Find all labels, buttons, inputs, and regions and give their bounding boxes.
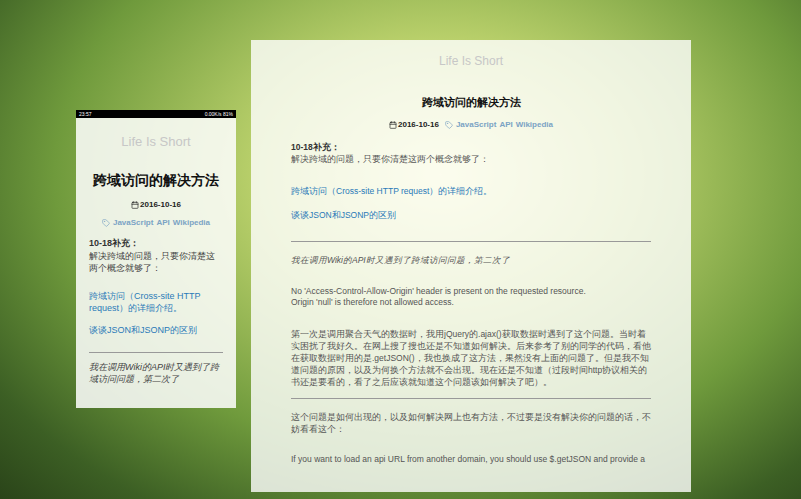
page: 23:57 0.00K/s 81% Life Is Short 跨域访问的解决方法 20… — [0, 0, 801, 499]
post-link[interactable]: 跨域访问（Cross-site HTTP request）的详细介绍。 — [291, 185, 651, 197]
status-time: 23:57 — [79, 110, 92, 118]
calendar-icon — [389, 121, 397, 129]
post-tag[interactable]: JavaScript — [113, 217, 153, 229]
update-text: 解决跨域的问题，只要你清楚这两个概念就够了： — [291, 153, 651, 165]
update-label: 10-18补充： — [291, 141, 651, 154]
post-link[interactable]: 跨域访问（Cross-site HTTP request）的详细介绍。 — [89, 290, 223, 314]
tag-icon — [102, 219, 110, 227]
post-tags: JavaScriptAPI Wikipedia — [102, 217, 210, 229]
post-tag[interactable]: API — [499, 119, 512, 131]
site-title[interactable]: Life Is Short — [89, 132, 223, 152]
divider — [291, 241, 651, 242]
post-tag[interactable]: Wikipedia — [173, 217, 210, 229]
status-indicators: 0.00K/s 81% — [205, 110, 233, 118]
calendar-icon — [131, 201, 139, 209]
update-label: 10-18补充： — [89, 237, 223, 251]
post-link[interactable]: 谈谈JSON和JSONP的区别 — [291, 209, 651, 221]
post-tag[interactable]: JavaScript — [456, 119, 496, 131]
post-link[interactable]: 谈谈JSON和JSONP的区别 — [89, 324, 223, 336]
post-paragraph: If you want to load an api URL from anot… — [291, 453, 651, 465]
phone-screenshot: 23:57 0.00K/s 81% Life Is Short 跨域访问的解决方法 20… — [76, 110, 236, 408]
post-tag[interactable]: API — [156, 217, 169, 229]
divider — [291, 398, 651, 399]
divider — [89, 352, 223, 353]
error-line: Origin 'null' is therefore not allowed a… — [291, 297, 651, 308]
status-bar: 23:57 0.00K/s 81% — [76, 110, 236, 118]
error-message: No 'Access-Control-Allow-Origin' header … — [291, 286, 651, 308]
error-line: No 'Access-Control-Allow-Origin' header … — [291, 286, 651, 297]
post-quote: 我在调用Wiki的API时又遇到了跨域访问问题，第二次了 — [291, 254, 651, 266]
post-meta: 2016-10-16 JavaScriptAPI Wikipedia — [89, 199, 223, 229]
post-tags: JavaScriptAPI Wikipedia — [445, 119, 553, 131]
desktop-panel: Life Is Short 跨域访问的解决方法 2016-10-16 JavaScri… — [251, 40, 691, 492]
post-title: 跨域访问的解决方法 — [291, 94, 651, 111]
post-date: 2016-10-16 — [131, 199, 181, 211]
post-paragraph: 这个问题是如何出现的，以及如何解决网上也有方法，不过要是没有解决你的问题的话，不… — [291, 411, 651, 435]
post-tag[interactable]: Wikipedia — [516, 119, 553, 131]
update-text: 解决跨域的问题，只要你清楚这两个概念就够了： — [89, 250, 223, 274]
post-date: 2016-10-16 — [389, 119, 439, 131]
post-title: 跨域访问的解决方法 — [89, 170, 223, 191]
tag-icon — [445, 121, 453, 129]
post-quote: 我在调用Wiki的API时又遇到了跨域访问问题，第二次了 — [89, 361, 223, 385]
site-title[interactable]: Life Is Short — [291, 52, 651, 70]
post-paragraph: 第一次是调用聚合天气的数据时，我用jQuery的.ajax()获取数据时遇到了这… — [291, 328, 651, 388]
post-meta: 2016-10-16 JavaScriptAPI Wikipedia — [291, 119, 651, 131]
